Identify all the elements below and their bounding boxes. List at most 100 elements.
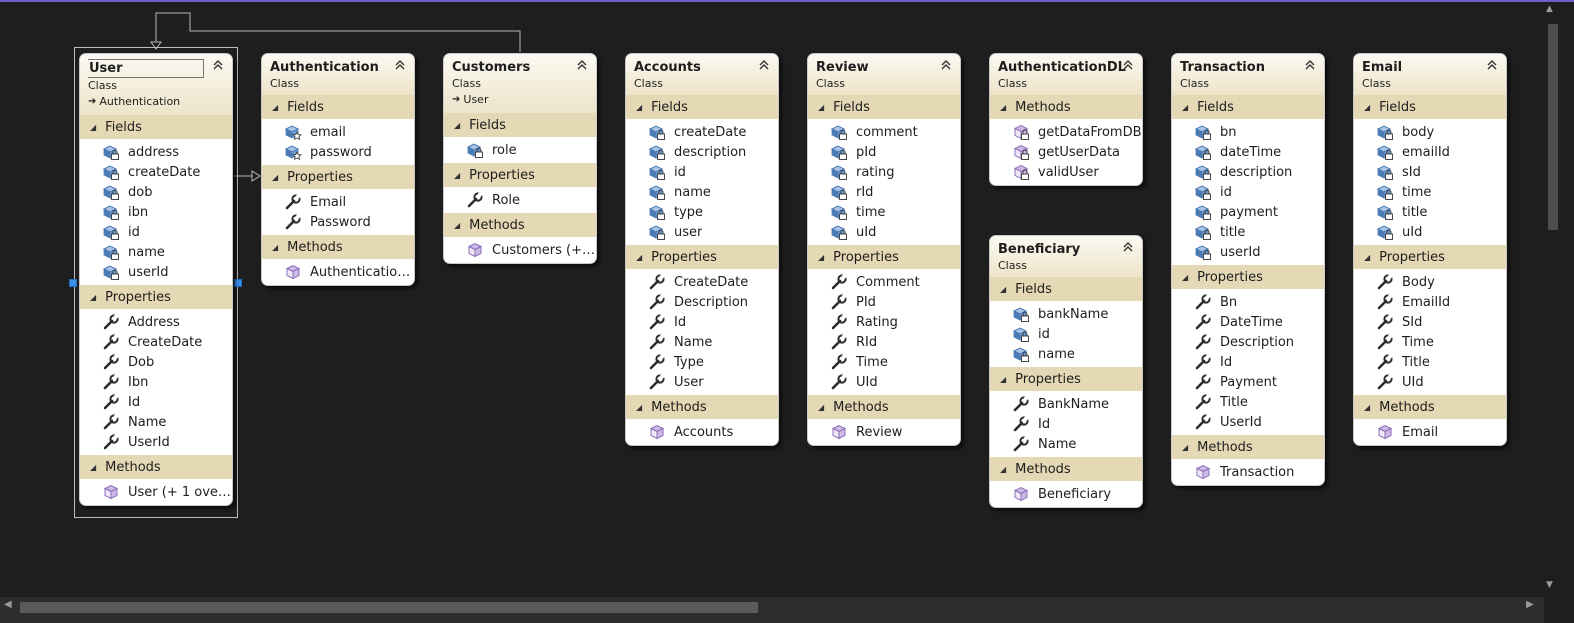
horizontal-scrollbar[interactable]: ◀ ▶ xyxy=(0,597,1544,623)
member-row[interactable]: createDate xyxy=(80,162,232,182)
member-row[interactable]: sId xyxy=(1354,162,1506,182)
member-row[interactable]: body xyxy=(1354,122,1506,142)
member-row[interactable]: validUser xyxy=(990,162,1142,182)
section-header-fields[interactable]: ◢ Fields xyxy=(990,277,1142,301)
section-header-properties[interactable]: ◢ Properties xyxy=(262,165,414,189)
class-header[interactable]: User Class ➔ Authentication xyxy=(80,54,232,115)
member-row[interactable]: userId xyxy=(80,262,232,282)
member-row[interactable]: Ibn xyxy=(80,372,232,392)
member-row[interactable]: Authentication... xyxy=(262,262,414,282)
member-row[interactable]: DateTime xyxy=(1172,312,1324,332)
member-row[interactable]: name xyxy=(80,242,232,262)
expand-triangle-icon[interactable]: ◢ xyxy=(1000,465,1006,474)
member-row[interactable]: Description xyxy=(1172,332,1324,352)
expand-triangle-icon[interactable]: ◢ xyxy=(1000,103,1006,112)
class-box-user[interactable]: User Class ➔ Authentication ◢ Fields address cr… xyxy=(79,53,233,506)
expand-triangle-icon[interactable]: ◢ xyxy=(636,403,642,412)
section-header-methods[interactable]: ◢ Methods xyxy=(990,95,1142,119)
class-box-customers[interactable]: Customers Class ➔ User ◢ Fields role ◢ Propertie… xyxy=(443,53,597,264)
expand-triangle-icon[interactable]: ◢ xyxy=(1364,403,1370,412)
member-row[interactable]: getUserData xyxy=(990,142,1142,162)
class-header[interactable]: Review Class xyxy=(808,54,960,95)
member-row[interactable]: Type xyxy=(626,352,778,372)
member-row[interactable]: user xyxy=(626,222,778,242)
member-row[interactable]: Password xyxy=(262,212,414,232)
member-row[interactable]: Role xyxy=(444,190,596,210)
resize-handle-right[interactable] xyxy=(234,279,242,287)
class-name[interactable]: User xyxy=(88,59,224,78)
member-row[interactable]: title xyxy=(1354,202,1506,222)
expand-triangle-icon[interactable]: ◢ xyxy=(272,173,278,182)
member-row[interactable]: Address xyxy=(80,312,232,332)
scroll-down-arrow-icon[interactable]: ▼ xyxy=(1546,580,1553,590)
member-row[interactable]: Time xyxy=(1354,332,1506,352)
member-row[interactable]: Dob xyxy=(80,352,232,372)
class-name-edit-field[interactable]: User xyxy=(88,59,204,78)
collapse-chevron-icon[interactable] xyxy=(1485,58,1499,72)
section-header-methods[interactable]: ◢ Methods xyxy=(990,457,1142,481)
member-row[interactable]: Comment xyxy=(808,272,960,292)
section-header-methods[interactable]: ◢ Methods xyxy=(80,455,232,479)
member-row[interactable]: EmailId xyxy=(1354,292,1506,312)
member-row[interactable]: Description xyxy=(626,292,778,312)
member-row[interactable]: Body xyxy=(1354,272,1506,292)
class-box-accounts[interactable]: Accounts Class ◢ Fields createDate descriptio… xyxy=(625,53,779,446)
expand-triangle-icon[interactable]: ◢ xyxy=(818,403,824,412)
member-row[interactable]: description xyxy=(1172,162,1324,182)
section-header-properties[interactable]: ◢ Properties xyxy=(80,285,232,309)
member-row[interactable]: Title xyxy=(1354,352,1506,372)
expand-triangle-icon[interactable]: ◢ xyxy=(454,171,460,180)
member-row[interactable]: RId xyxy=(808,332,960,352)
member-row[interactable]: CreateDate xyxy=(80,332,232,352)
collapse-chevron-icon[interactable] xyxy=(757,58,771,72)
expand-triangle-icon[interactable]: ◢ xyxy=(1364,103,1370,112)
member-row[interactable]: rId xyxy=(808,182,960,202)
member-row[interactable]: Beneficiary xyxy=(990,484,1142,504)
member-row[interactable]: bankName xyxy=(990,304,1142,324)
expand-triangle-icon[interactable]: ◢ xyxy=(1182,273,1188,282)
member-row[interactable]: uId xyxy=(808,222,960,242)
member-row[interactable]: uId xyxy=(1354,222,1506,242)
member-row[interactable]: Name xyxy=(990,434,1142,454)
member-row[interactable]: Id xyxy=(1172,352,1324,372)
member-row[interactable]: type xyxy=(626,202,778,222)
member-row[interactable]: rating xyxy=(808,162,960,182)
member-row[interactable]: Bn xyxy=(1172,292,1324,312)
member-row[interactable]: description xyxy=(626,142,778,162)
expand-triangle-icon[interactable]: ◢ xyxy=(90,123,96,132)
section-header-methods[interactable]: ◢ Methods xyxy=(808,395,960,419)
section-header-properties[interactable]: ◢ Properties xyxy=(444,163,596,187)
member-row[interactable]: id xyxy=(1172,182,1324,202)
member-row[interactable]: name xyxy=(990,344,1142,364)
resize-handle-left[interactable] xyxy=(69,279,77,287)
member-row[interactable]: Id xyxy=(990,414,1142,434)
class-header[interactable]: Transaction Class xyxy=(1172,54,1324,95)
member-row[interactable]: Email xyxy=(1354,422,1506,442)
class-box-transaction[interactable]: Transaction Class ◢ Fields bn dateTime descrip… xyxy=(1171,53,1325,486)
member-row[interactable]: Accounts xyxy=(626,422,778,442)
collapse-chevron-icon[interactable] xyxy=(1303,58,1317,72)
member-row[interactable]: password xyxy=(262,142,414,162)
member-row[interactable]: comment xyxy=(808,122,960,142)
member-row[interactable]: SId xyxy=(1354,312,1506,332)
member-row[interactable]: time xyxy=(1354,182,1506,202)
member-row[interactable]: Name xyxy=(80,412,232,432)
section-header-methods[interactable]: ◢ Methods xyxy=(262,235,414,259)
member-row[interactable]: dateTime xyxy=(1172,142,1324,162)
section-header-properties[interactable]: ◢ Properties xyxy=(990,367,1142,391)
member-row[interactable]: id xyxy=(80,222,232,242)
section-header-fields[interactable]: ◢ Fields xyxy=(1172,95,1324,119)
member-row[interactable]: userId xyxy=(1172,242,1324,262)
class-header[interactable]: AuthenticationDL Class xyxy=(990,54,1142,95)
member-row[interactable]: time xyxy=(808,202,960,222)
member-row[interactable]: Name xyxy=(626,332,778,352)
expand-triangle-icon[interactable]: ◢ xyxy=(636,253,642,262)
expand-triangle-icon[interactable]: ◢ xyxy=(454,221,460,230)
section-header-fields[interactable]: ◢ Fields xyxy=(262,95,414,119)
collapse-chevron-icon[interactable] xyxy=(575,58,589,72)
class-header[interactable]: Authentication Class xyxy=(262,54,414,95)
member-row[interactable]: dob xyxy=(80,182,232,202)
member-row[interactable]: title xyxy=(1172,222,1324,242)
expand-triangle-icon[interactable]: ◢ xyxy=(1182,103,1188,112)
member-row[interactable]: Id xyxy=(626,312,778,332)
